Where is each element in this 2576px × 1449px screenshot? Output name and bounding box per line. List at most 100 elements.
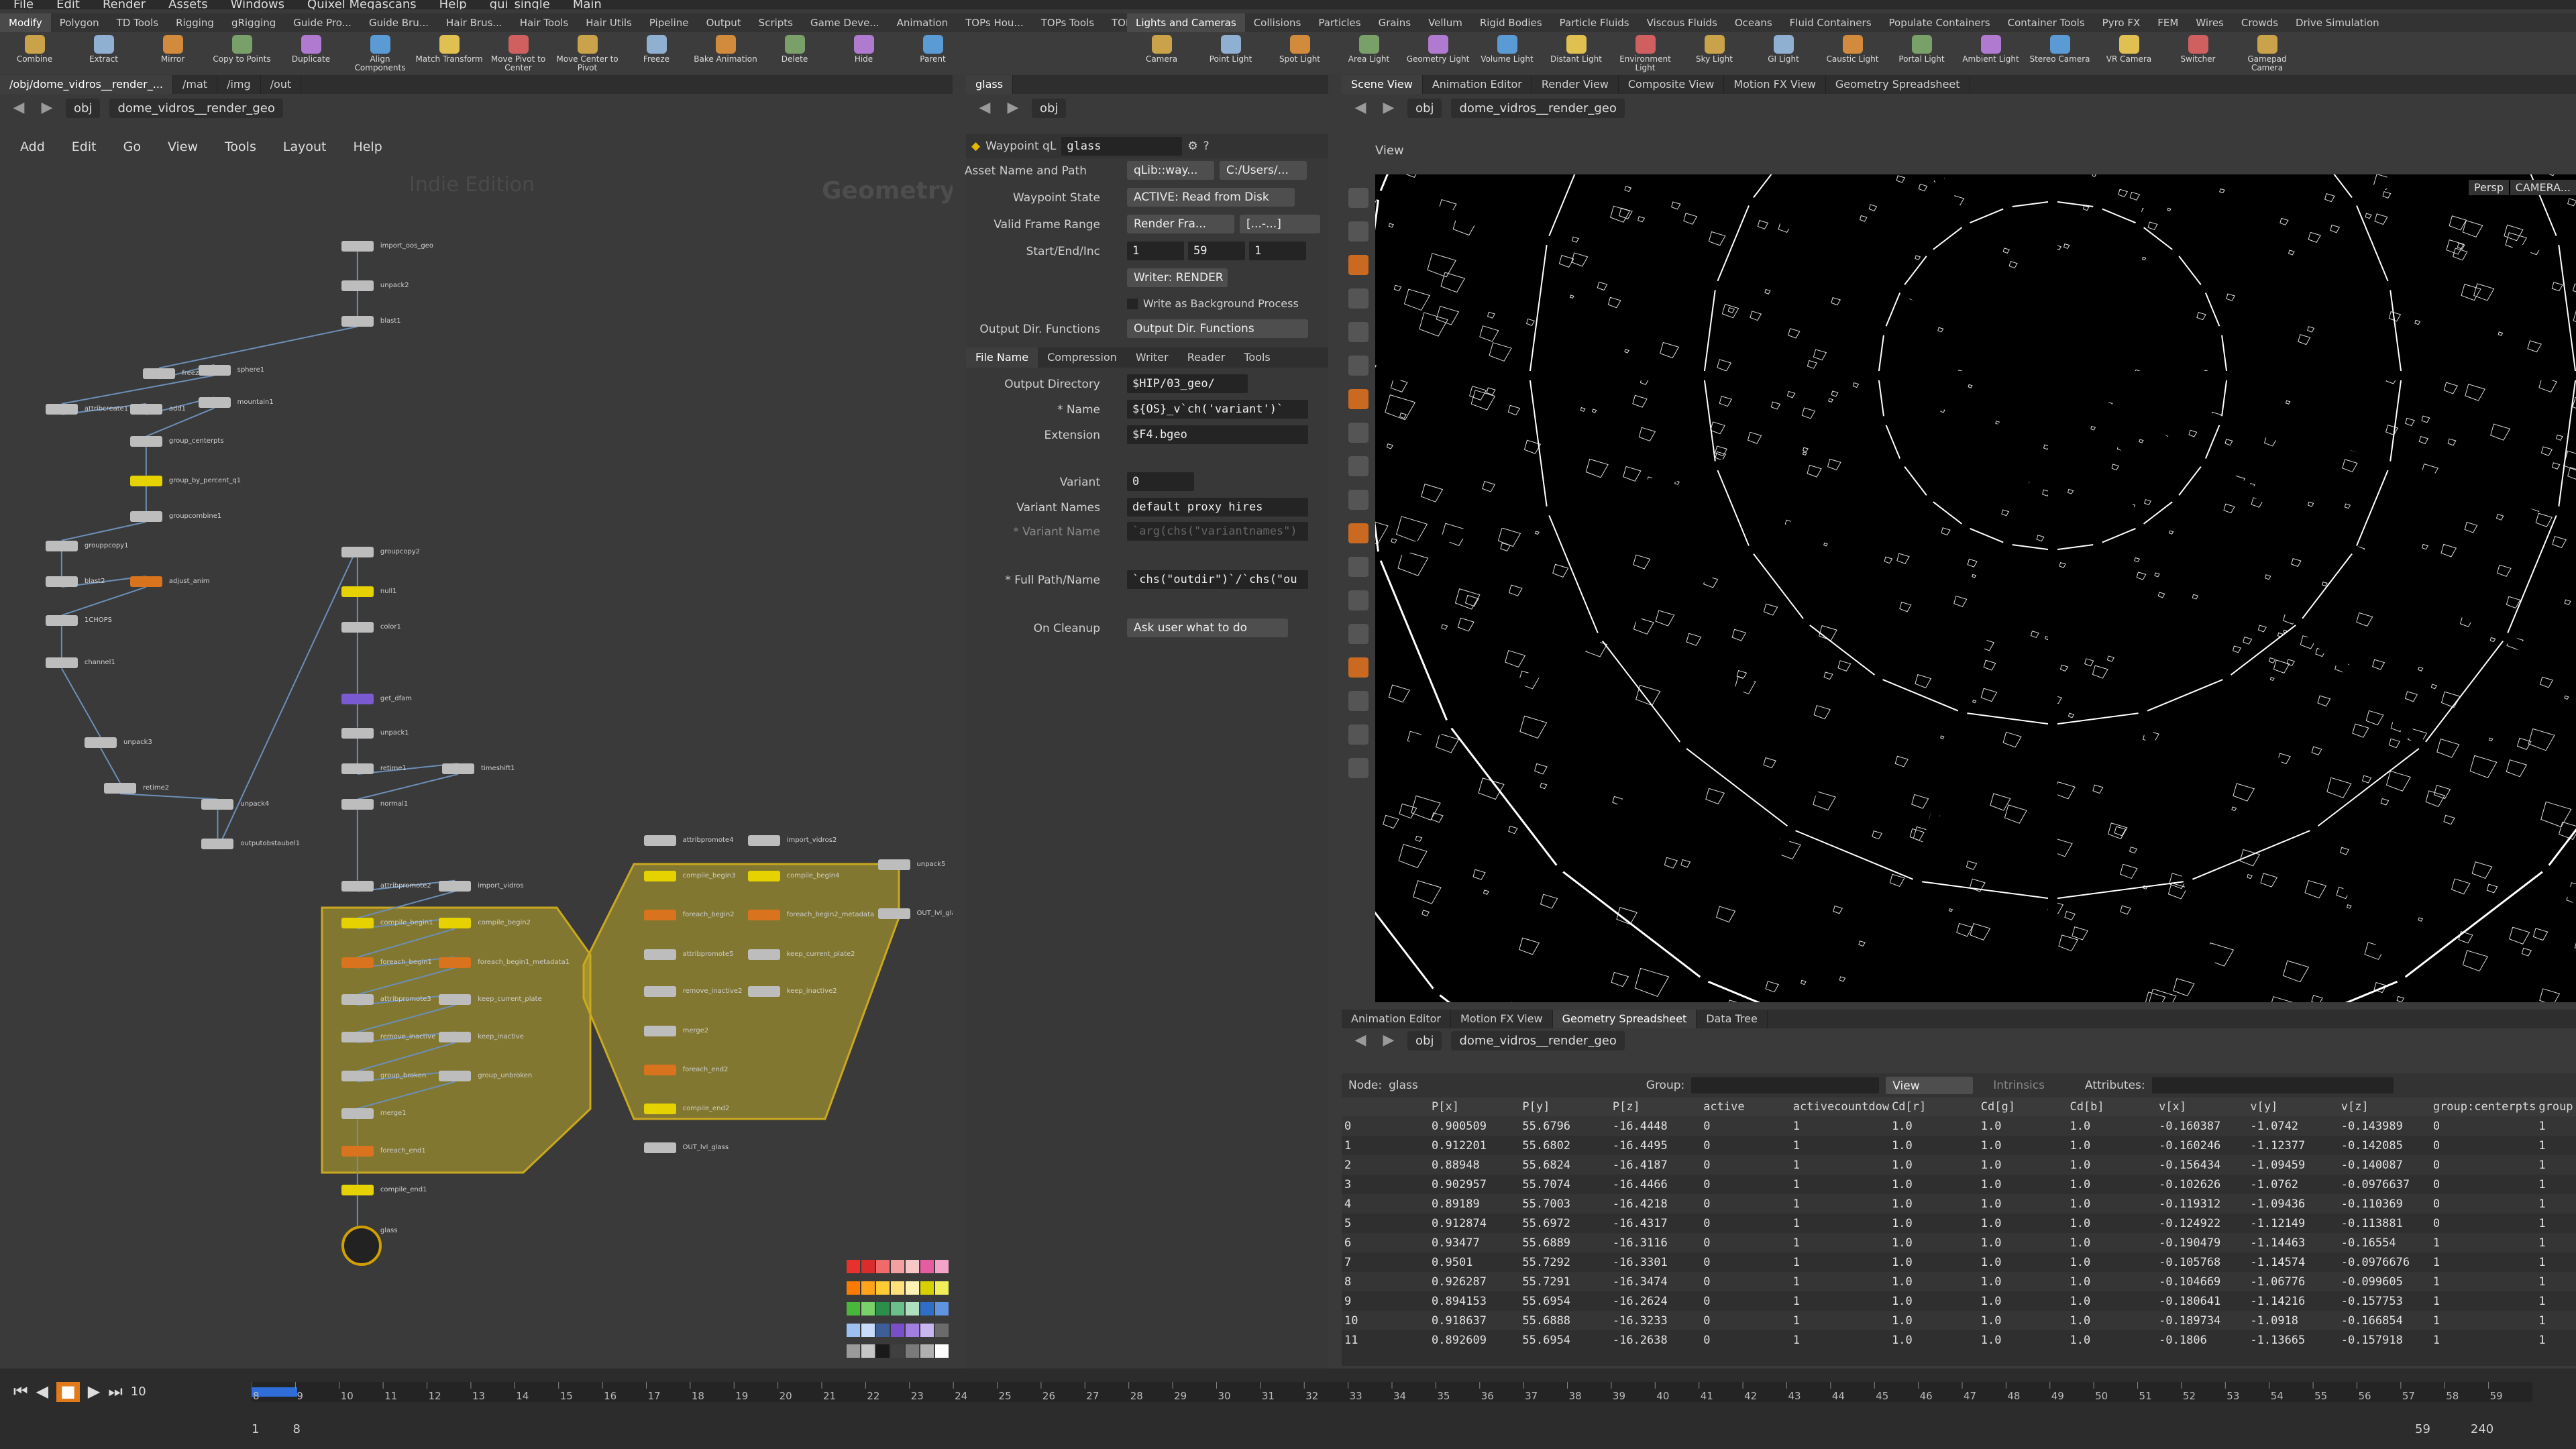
param-subtab-4[interactable]: Tools <box>1234 347 1279 368</box>
network-node[interactable] <box>45 403 78 415</box>
color-swatch[interactable] <box>861 1323 875 1337</box>
shelf-tool-right-8[interactable]: Sky Light <box>1680 32 1749 74</box>
column-header[interactable]: Cd[g] <box>1978 1097 2068 1116</box>
table-row[interactable]: 5 0.912874 55.6972 -16.4317 0 1 1.0 1.0 1.0 -0.12… <box>1342 1214 2576 1233</box>
shelf-tool-4[interactable]: Duplicate <box>276 32 345 74</box>
shelf-tab-1[interactable]: Polygon <box>51 13 108 32</box>
shelf-tab-7[interactable]: Hair Brus... <box>437 13 511 32</box>
network-tab-1[interactable]: /mat <box>173 75 218 94</box>
column-header[interactable]: Cd[r] <box>1889 1097 1978 1116</box>
color-swatch[interactable] <box>920 1323 934 1337</box>
network-node[interactable] <box>129 403 162 415</box>
network-node[interactable] <box>129 576 162 588</box>
color-swatch[interactable] <box>847 1323 860 1337</box>
table-row[interactable]: 11 0.892609 55.6954 -16.2638 0 1 1.0 1.0 1.0 -0.1… <box>1342 1330 2576 1350</box>
column-header[interactable]: group <box>2536 1097 2576 1116</box>
shelf-tab-right-9[interactable]: Fluid Containers <box>1781 13 1880 32</box>
menu-item-4[interactable]: Windows <box>231 0 284 9</box>
param-subtab-2[interactable]: Writer <box>1126 347 1178 368</box>
color-swatch[interactable] <box>935 1302 949 1316</box>
network-node[interactable] <box>643 949 676 960</box>
range-start-value-2[interactable]: 8 <box>292 1422 300 1436</box>
network-node[interactable] <box>143 368 176 379</box>
end-field[interactable]: 59 <box>1188 241 1245 260</box>
shelf-tool-13[interactable]: Parent <box>898 32 967 74</box>
shelf-tab-6[interactable]: Guide Bru... <box>360 13 437 32</box>
network-node[interactable] <box>341 799 374 810</box>
valid-frame-range-dropdown[interactable]: Render Fra... <box>1127 215 1234 233</box>
network-tab-3[interactable]: /out <box>261 75 302 94</box>
shelf-tool-1[interactable]: Extract <box>69 32 138 74</box>
color-swatch[interactable] <box>861 1344 875 1358</box>
network-node[interactable] <box>104 783 137 794</box>
network-node[interactable] <box>341 1185 374 1196</box>
viewport-tool-icon[interactable] <box>1348 624 1368 644</box>
viewport-tool-icon[interactable] <box>1348 221 1368 241</box>
forward-arrow-icon[interactable]: ▶ <box>1004 99 1022 117</box>
skip-end-icon[interactable]: ⏭ <box>108 1382 123 1402</box>
shelf-tab-right-13[interactable]: FEM <box>2149 13 2187 32</box>
network-menu-6[interactable]: Help <box>353 134 382 160</box>
shelf-tab-14[interactable]: Animation <box>888 13 957 32</box>
shelf-tool-right-15[interactable]: Switcher <box>2163 32 2233 74</box>
viewport-tool-icon[interactable] <box>1348 255 1368 275</box>
network-menu-2[interactable]: Go <box>123 134 141 160</box>
color-swatch[interactable] <box>920 1281 934 1295</box>
background-checkbox[interactable] <box>1127 299 1138 309</box>
color-swatch[interactable] <box>847 1281 860 1295</box>
column-header[interactable]: Cd[b] <box>2067 1097 2157 1116</box>
color-swatch[interactable] <box>891 1323 904 1337</box>
network-menu-5[interactable]: Layout <box>283 134 327 160</box>
color-swatch[interactable] <box>935 1344 949 1358</box>
column-header[interactable] <box>1342 1097 1430 1116</box>
attributes-field[interactable] <box>2151 1077 2394 1093</box>
network-node[interactable] <box>341 1225 382 1266</box>
back-arrow-icon[interactable]: ◀ <box>1351 1031 1370 1050</box>
color-swatch[interactable] <box>876 1323 890 1337</box>
network-node[interactable] <box>45 540 78 551</box>
shelf-tab-right-7[interactable]: Viscous Fluids <box>1638 13 1726 32</box>
back-arrow-icon[interactable]: ◀ <box>1351 99 1370 117</box>
shelf-tool-11[interactable]: Delete <box>760 32 829 74</box>
network-node[interactable] <box>747 986 780 998</box>
menu-item-8[interactable]: Main <box>573 0 602 9</box>
network-node[interactable] <box>341 727 374 739</box>
color-swatch[interactable] <box>876 1344 890 1358</box>
column-header[interactable]: P[z] <box>1609 1097 1701 1116</box>
shelf-tab-right-1[interactable]: Collisions <box>1245 13 1310 32</box>
path-root[interactable]: obj <box>1032 98 1067 118</box>
viewport-tool-icon[interactable] <box>1348 456 1368 476</box>
network-node[interactable] <box>45 657 78 669</box>
shelf-tool-9[interactable]: Freeze <box>622 32 691 74</box>
right-tab-1[interactable]: Animation Editor <box>1423 75 1532 94</box>
viewport-tool-icon[interactable] <box>1348 356 1368 376</box>
column-header[interactable]: P[x] <box>1429 1097 1520 1116</box>
path-root[interactable]: obj <box>1407 98 1442 118</box>
network-menu-3[interactable]: View <box>168 134 198 160</box>
column-header[interactable]: v[z] <box>2338 1097 2430 1116</box>
viewport-tool-icon[interactable] <box>1348 724 1368 745</box>
output-dir-functions-dropdown[interactable]: Output Dir. Functions <box>1127 319 1308 338</box>
menu-item-1[interactable]: Edit <box>56 0 80 9</box>
shelf-tool-10[interactable]: Bake Animation <box>691 32 760 74</box>
network-node[interactable] <box>439 880 472 892</box>
color-swatch[interactable] <box>935 1281 949 1295</box>
network-node[interactable] <box>198 364 231 376</box>
network-node[interactable] <box>341 1108 374 1120</box>
network-node[interactable] <box>643 1064 676 1075</box>
table-row[interactable]: 9 0.894153 55.6954 -16.2624 0 1 1.0 1.0 1.0 -0.18… <box>1342 1291 2576 1311</box>
shelf-tool-right-12[interactable]: Ambient Light <box>1956 32 2025 74</box>
table-row[interactable]: 0 0.900509 55.6796 -16.4448 0 1 1.0 1.0 1.0 -0.16… <box>1342 1116 2576 1136</box>
on-cleanup-dropdown[interactable]: Ask user what to do <box>1127 619 1288 637</box>
table-row[interactable]: 2 0.88948 55.6824 -16.4187 0 1 1.0 1.0 1.0 -0.156… <box>1342 1155 2576 1175</box>
shelf-tool-right-6[interactable]: Distant Light <box>1542 32 1611 74</box>
color-swatch[interactable] <box>920 1260 934 1273</box>
color-swatch[interactable] <box>891 1344 904 1358</box>
color-swatch[interactable] <box>876 1260 890 1273</box>
color-swatch[interactable] <box>891 1302 904 1316</box>
shelf-tab-right-10[interactable]: Populate Containers <box>1880 13 1999 32</box>
network-node[interactable] <box>439 994 472 1006</box>
path-root[interactable]: obj <box>66 98 101 118</box>
right-tab-5[interactable]: Geometry Spreadsheet <box>1826 75 1970 94</box>
color-palette[interactable] <box>847 1260 949 1364</box>
